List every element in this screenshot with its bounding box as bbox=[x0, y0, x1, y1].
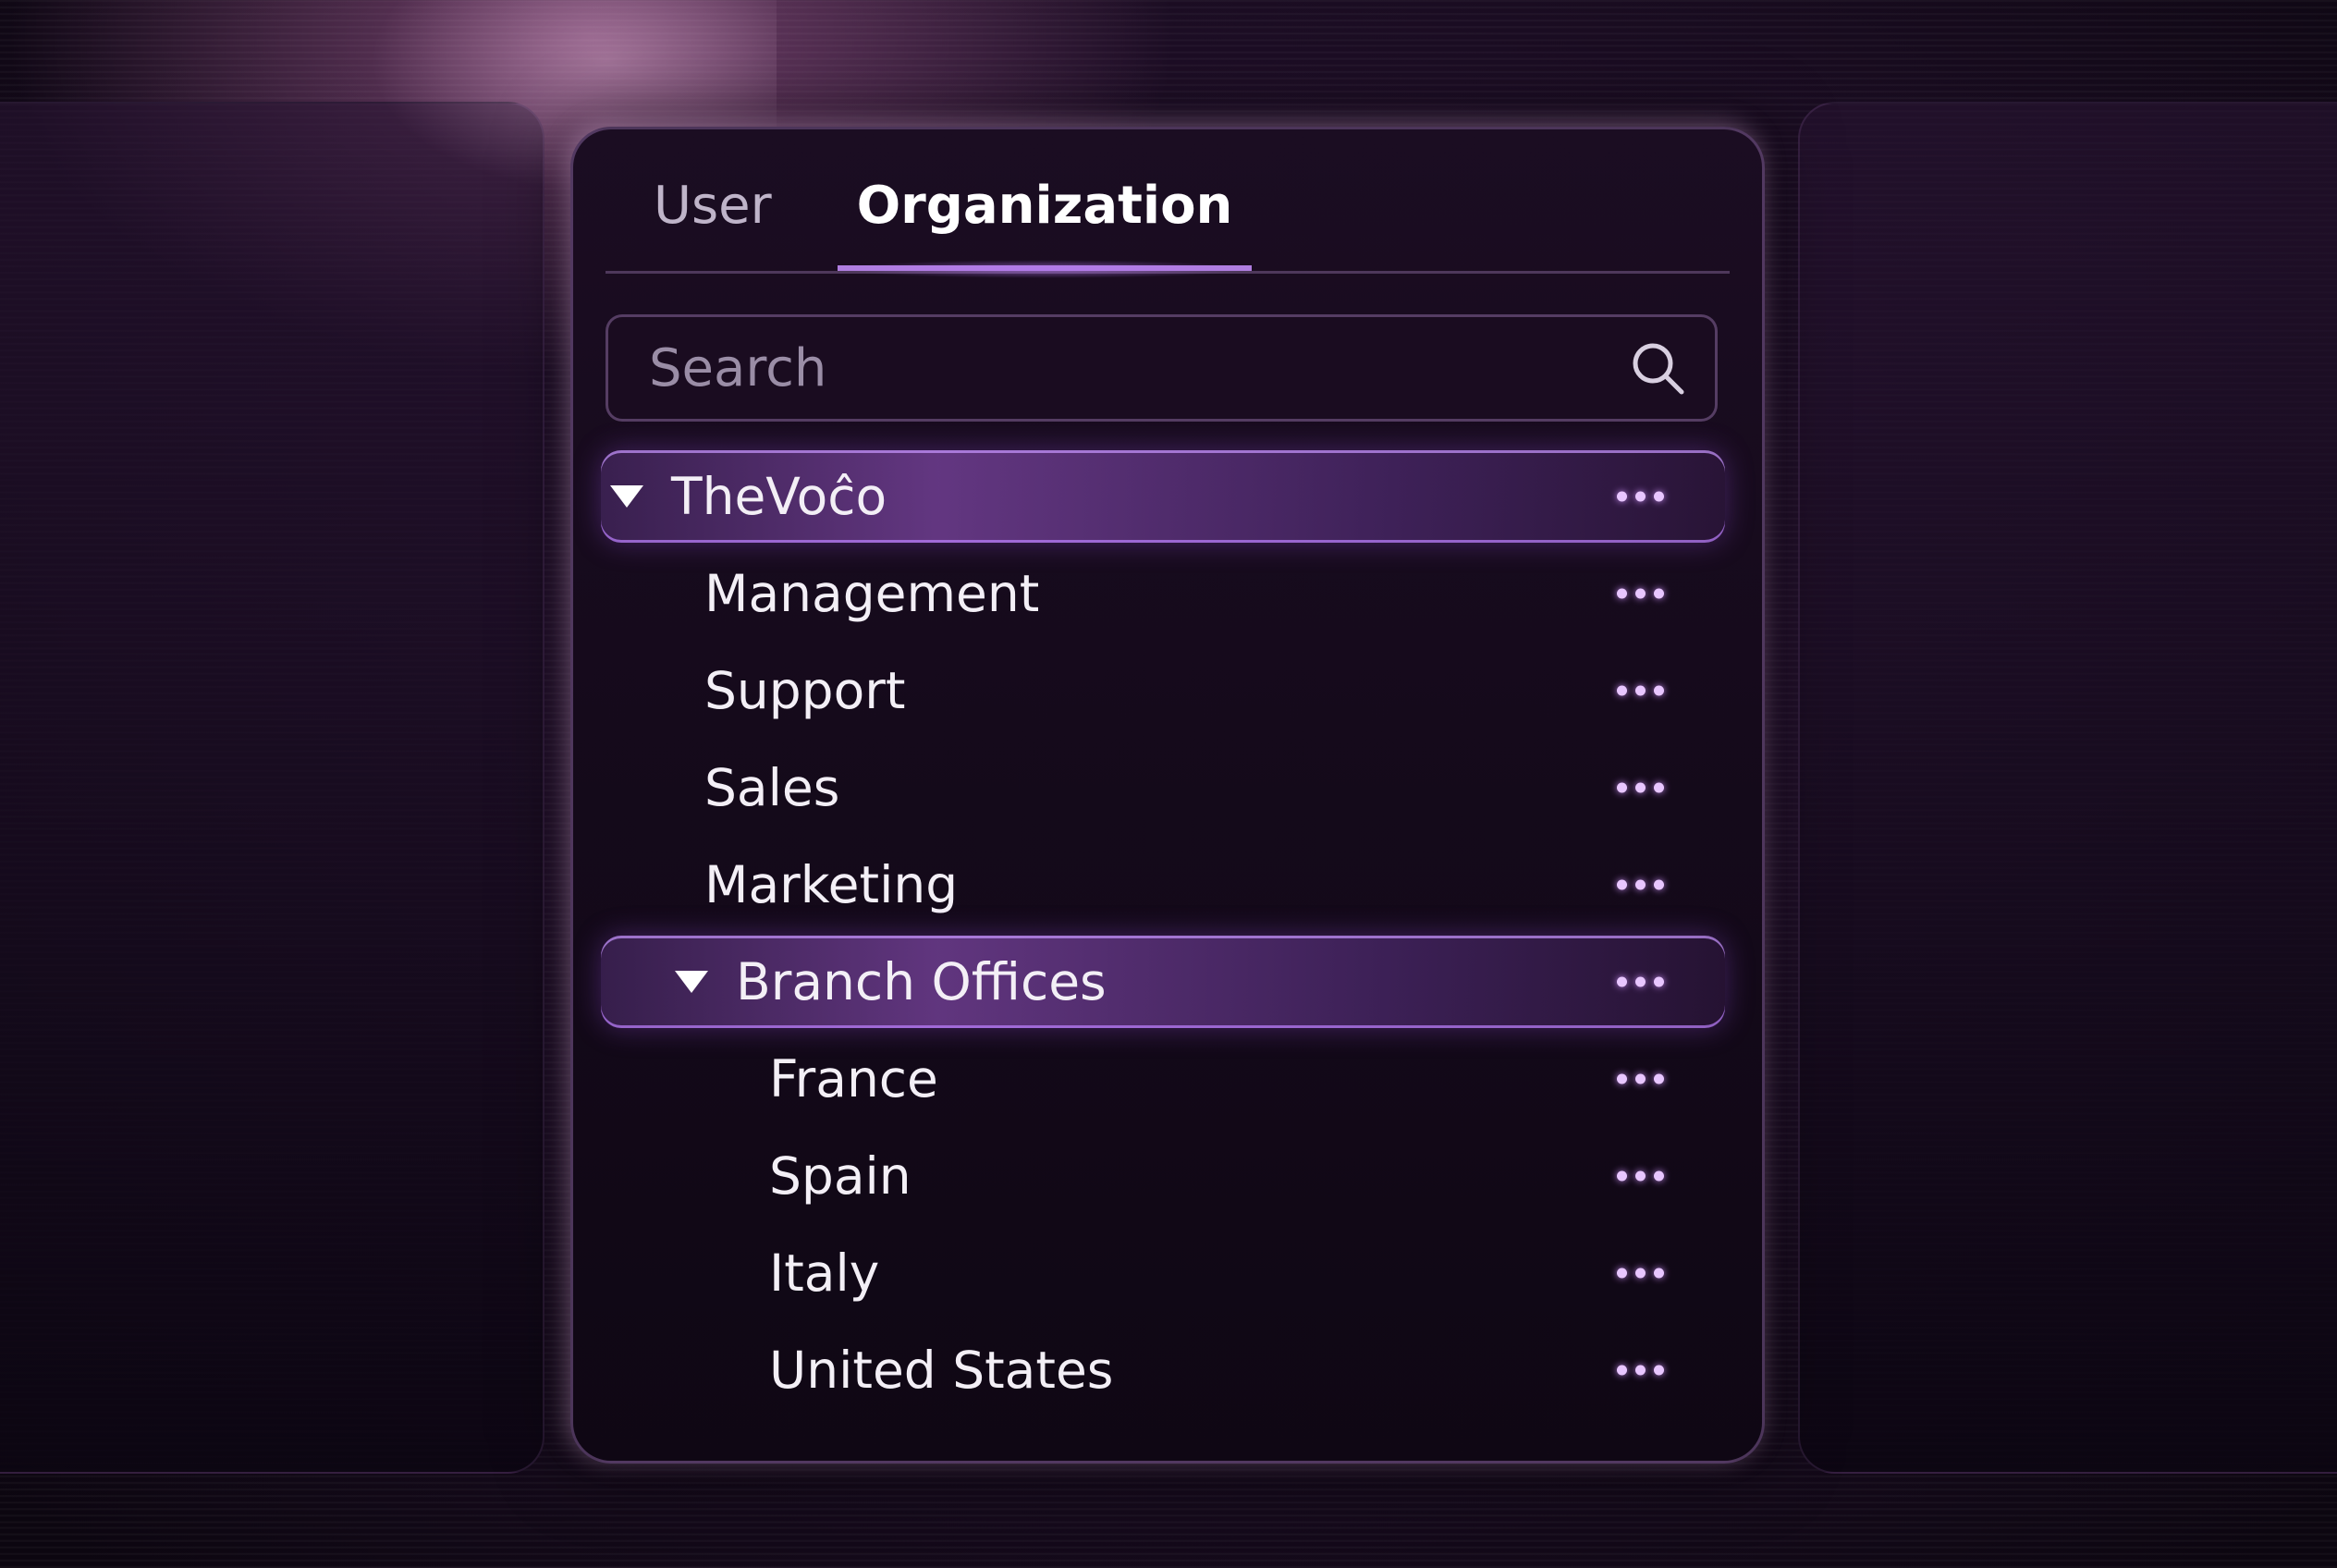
triangle-down-icon[interactable] bbox=[675, 971, 708, 993]
background-panel-left bbox=[0, 102, 544, 1474]
tree-item-italy[interactable]: Italy bbox=[601, 1227, 1725, 1319]
more-horizontal-icon[interactable] bbox=[1609, 1358, 1671, 1383]
tree-item-management[interactable]: Management bbox=[601, 547, 1725, 640]
more-horizontal-icon[interactable] bbox=[1609, 484, 1671, 509]
more-horizontal-icon[interactable] bbox=[1609, 582, 1671, 606]
search-box bbox=[606, 314, 1718, 422]
tree-item-france[interactable]: France bbox=[601, 1033, 1725, 1125]
tree-item-label: Support bbox=[704, 661, 906, 720]
tree-item-branch-offices[interactable]: Branch Offices bbox=[601, 936, 1725, 1028]
more-horizontal-icon[interactable] bbox=[1609, 1067, 1671, 1092]
tree-item-label: Spain bbox=[769, 1146, 912, 1206]
tree-item-label: Branch Offices bbox=[736, 952, 1107, 1011]
tree-item-label: TheVoĉo bbox=[671, 467, 887, 526]
search-input[interactable] bbox=[647, 337, 1628, 399]
tree-item-label: United States bbox=[769, 1341, 1114, 1400]
more-horizontal-icon[interactable] bbox=[1609, 679, 1671, 704]
search-icon[interactable] bbox=[1628, 338, 1687, 398]
tree-item-sales[interactable]: Sales bbox=[601, 741, 1725, 834]
more-horizontal-icon[interactable] bbox=[1609, 1164, 1671, 1189]
tree-item-label: Management bbox=[704, 564, 1040, 623]
tree-item-support[interactable]: Support bbox=[601, 644, 1725, 737]
tab-user[interactable]: User bbox=[654, 174, 811, 271]
tab-bar: User Organization bbox=[606, 129, 1730, 278]
more-horizontal-icon[interactable] bbox=[1609, 873, 1671, 898]
tree-item-spain[interactable]: Spain bbox=[601, 1130, 1725, 1222]
tree-item-label: Marketing bbox=[704, 855, 959, 914]
tree-item-thevo-o[interactable]: TheVoĉo bbox=[601, 450, 1725, 543]
tree-item-marketing[interactable]: Marketing bbox=[601, 839, 1725, 931]
organization-panel: User Organization TheVoĉo Management Suppo… bbox=[570, 127, 1765, 1464]
tab-organization[interactable]: Organization bbox=[838, 174, 1252, 278]
tree-item-united-states[interactable]: United States bbox=[601, 1324, 1725, 1416]
more-horizontal-icon[interactable] bbox=[1609, 776, 1671, 801]
triangle-down-icon[interactable] bbox=[610, 485, 643, 508]
tree-item-label: Italy bbox=[769, 1243, 880, 1303]
tree-item-label: Sales bbox=[704, 758, 840, 817]
tree-item-label: France bbox=[769, 1049, 938, 1109]
background-panel-right bbox=[1798, 102, 2337, 1474]
more-horizontal-icon[interactable] bbox=[1609, 1261, 1671, 1286]
more-horizontal-icon[interactable] bbox=[1609, 970, 1671, 995]
